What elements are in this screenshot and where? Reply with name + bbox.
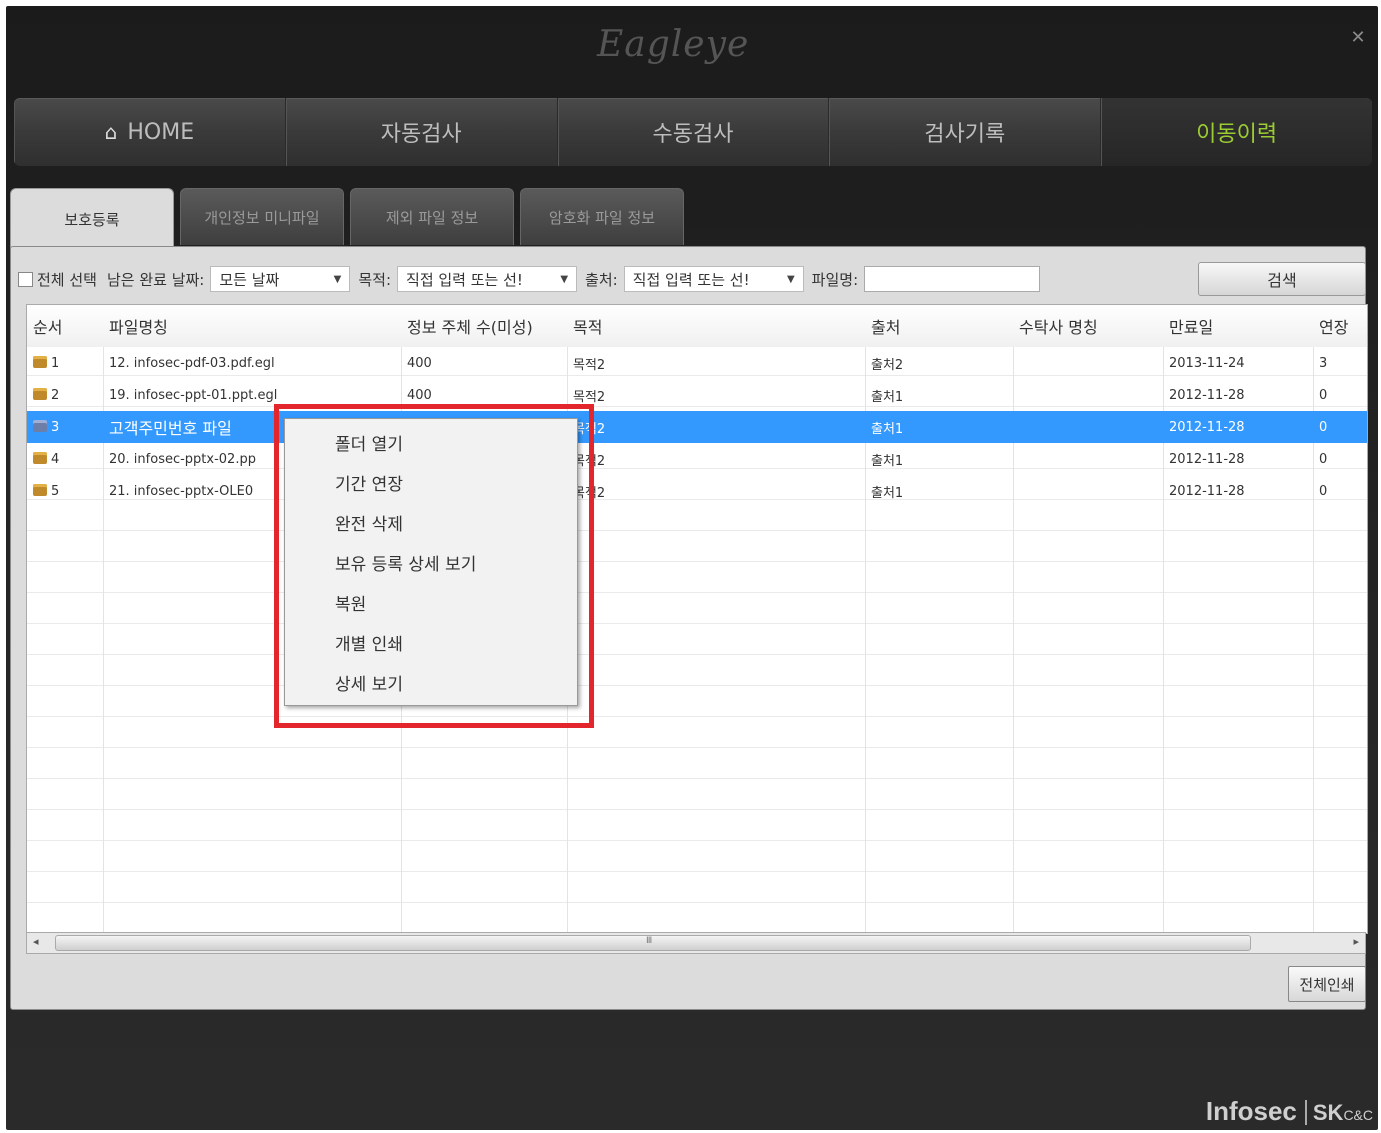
select-all-checkbox[interactable] xyxy=(18,271,33,287)
title-bar: Eagleye ✕ xyxy=(6,6,1378,96)
source-cell: 출처1 xyxy=(871,453,904,469)
chevron-down-icon: ▼ xyxy=(560,273,569,285)
expire-cell: 2012-11-28 xyxy=(1169,451,1245,467)
home-icon: ⌂ xyxy=(104,120,118,144)
purpose-cell: 목적2 xyxy=(573,389,606,405)
source-cell: 출처1 xyxy=(871,389,904,405)
column-header[interactable]: 파일명칭 xyxy=(103,305,401,347)
menu-item-extend-period[interactable]: 기간 연장 xyxy=(285,465,577,505)
purpose-select[interactable]: 직접 입력 또는 선! ▼ xyxy=(397,266,578,292)
tab-excluded-files[interactable]: 제외 파일 정보 xyxy=(350,188,514,245)
expire-cell: 2012-11-28 xyxy=(1169,387,1245,403)
expire-cell: 2013-11-24 xyxy=(1169,355,1245,371)
file-icon xyxy=(33,452,47,464)
close-button[interactable]: ✕ xyxy=(1346,26,1370,50)
menu-item-open-folder[interactable]: 폴더 열기 xyxy=(285,425,577,465)
row-number-cell: 5 xyxy=(27,475,103,507)
purpose-cell: 목적2 xyxy=(573,357,606,373)
nav-manual-scan[interactable]: 수동검사 xyxy=(558,98,830,166)
file-name-cell: 12. infosec-pdf-03.pdf.egl xyxy=(109,355,275,371)
trustee-cell xyxy=(1013,411,1163,443)
file-icon xyxy=(33,420,47,432)
subject-count-cell: 400 xyxy=(407,355,432,371)
scrollbar-thumb[interactable]: Ⅲ xyxy=(55,935,1251,951)
table-row[interactable]: 4 20. infosec-pptx-02.pp 목적2 출처1 2012-11… xyxy=(27,443,1367,475)
expire-cell: 2012-11-28 xyxy=(1169,483,1245,499)
menu-item-print[interactable]: 개별 인쇄 xyxy=(285,625,577,665)
purpose-cell: 목적2 xyxy=(567,411,865,443)
sub-tabs: 보호등록 개인정보 미니파일 제외 파일 정보 암호화 파일 정보 xyxy=(10,188,690,249)
column-header[interactable]: 정보 주체 수(미성) xyxy=(401,305,567,347)
source-cell: 출처1 xyxy=(865,411,1013,443)
purpose-label: 목적: xyxy=(358,270,392,289)
trustee-cell xyxy=(1013,347,1163,379)
file-icon xyxy=(33,356,47,368)
table-row[interactable]: 2 19. infosec-ppt-01.ppt.egl 400 목적2 출처1… xyxy=(27,379,1367,411)
menu-item-retention-details[interactable]: 보유 등록 상세 보기 xyxy=(285,545,577,585)
file-list-grid: 순서 파일명칭 정보 주체 수(미성) 목적 출처 수탁사 명칭 만료일 연장 … xyxy=(26,304,1368,934)
column-header[interactable]: 출처 xyxy=(865,305,1013,347)
column-header[interactable]: 목적 xyxy=(567,305,865,347)
print-all-button[interactable]: 전체인쇄 xyxy=(1288,966,1366,1002)
extension-cell: 0 xyxy=(1319,451,1328,467)
column-header[interactable]: 만료일 xyxy=(1163,305,1313,347)
purpose-cell: 목적2 xyxy=(573,485,606,501)
select-all-label: 전체 선택 xyxy=(37,270,97,289)
nav-auto-scan[interactable]: 자동검사 xyxy=(286,98,558,166)
remaining-date-label: 남은 완료 날짜: xyxy=(106,270,205,289)
grip-icon: Ⅲ xyxy=(646,936,653,946)
source-select[interactable]: 직접 입력 또는 선! ▼ xyxy=(623,266,804,292)
nav-scan-history[interactable]: 검사기록 xyxy=(829,98,1102,166)
table-row-selected[interactable]: 3 고객주민번호 파일 목적2 출처1 2012-11-28 0 xyxy=(27,411,1367,443)
column-header[interactable]: 연장 xyxy=(1313,305,1367,347)
column-header[interactable]: 수탁사 명칭 xyxy=(1013,305,1163,347)
filter-bar: 전체 선택 남은 완료 날짜: 모든 날짜 ▼ 목적: 직접 입력 또는 선! … xyxy=(18,262,1366,296)
source-label: 출처: xyxy=(585,270,618,289)
menu-item-secure-delete[interactable]: 완전 삭제 xyxy=(285,505,577,545)
row-number-cell: 1 xyxy=(27,347,103,379)
search-button[interactable]: 검색 xyxy=(1198,262,1366,296)
tab-protection-registration[interactable]: 보호등록 xyxy=(10,188,174,249)
menu-item-details[interactable]: 상세 보기 xyxy=(285,665,577,705)
brand-logo: Infosec SKC&C xyxy=(1205,1096,1373,1126)
tab-encrypted-files[interactable]: 암호화 파일 정보 xyxy=(520,188,684,245)
source-cell: 출처2 xyxy=(871,357,904,373)
scroll-left-icon[interactable]: ◂ xyxy=(33,935,39,948)
menu-item-restore[interactable]: 복원 xyxy=(285,585,577,625)
purpose-cell: 목적2 xyxy=(573,453,606,469)
context-menu: 폴더 열기 기간 연장 완전 삭제 보유 등록 상세 보기 복원 개별 인쇄 상… xyxy=(284,418,578,706)
file-table: 순서 파일명칭 정보 주체 수(미성) 목적 출처 수탁사 명칭 만료일 연장 … xyxy=(27,305,1367,507)
date-select[interactable]: 모든 날짜 ▼ xyxy=(210,266,351,292)
row-number-cell: 2 xyxy=(27,379,103,411)
trustee-cell xyxy=(1013,379,1163,411)
extension-cell: 0 xyxy=(1313,411,1367,443)
horizontal-scrollbar[interactable]: ◂ Ⅲ ▸ xyxy=(26,932,1366,954)
trustee-cell xyxy=(1013,475,1163,507)
source-cell: 출처1 xyxy=(871,485,904,501)
chevron-down-icon: ▼ xyxy=(786,273,795,285)
tab-personal-info-files[interactable]: 개인정보 미니파일 xyxy=(180,188,344,245)
row-number-cell: 4 xyxy=(27,443,103,475)
main-nav: ⌂ HOME 자동검사 수동검사 검사기록 이동이력 xyxy=(14,98,1372,166)
file-icon xyxy=(33,484,47,496)
extension-cell: 0 xyxy=(1319,387,1328,403)
chevron-down-icon: ▼ xyxy=(333,273,342,285)
app-logo: Eagleye xyxy=(597,24,750,65)
extension-cell: 0 xyxy=(1319,483,1328,499)
nav-move-history[interactable]: 이동이력 xyxy=(1101,98,1372,166)
trustee-cell xyxy=(1013,443,1163,475)
filename-input[interactable] xyxy=(864,266,1041,292)
file-icon xyxy=(33,388,47,400)
extension-cell: 3 xyxy=(1319,355,1328,371)
row-number-cell: 3 xyxy=(27,411,103,443)
filename-label: 파일명: xyxy=(811,270,859,289)
scroll-right-icon[interactable]: ▸ xyxy=(1353,935,1359,948)
expire-cell: 2012-11-28 xyxy=(1163,411,1313,443)
table-row[interactable]: 5 21. infosec-pptx-OLE0 목적2 출처1 2012-11-… xyxy=(27,475,1367,507)
column-header[interactable]: 순서 xyxy=(27,305,103,347)
table-row[interactable]: 1 12. infosec-pdf-03.pdf.egl 400 목적2 출처2… xyxy=(27,347,1367,379)
nav-home[interactable]: ⌂ HOME xyxy=(14,98,286,166)
table-header: 순서 파일명칭 정보 주체 수(미성) 목적 출처 수탁사 명칭 만료일 연장 xyxy=(27,305,1367,347)
